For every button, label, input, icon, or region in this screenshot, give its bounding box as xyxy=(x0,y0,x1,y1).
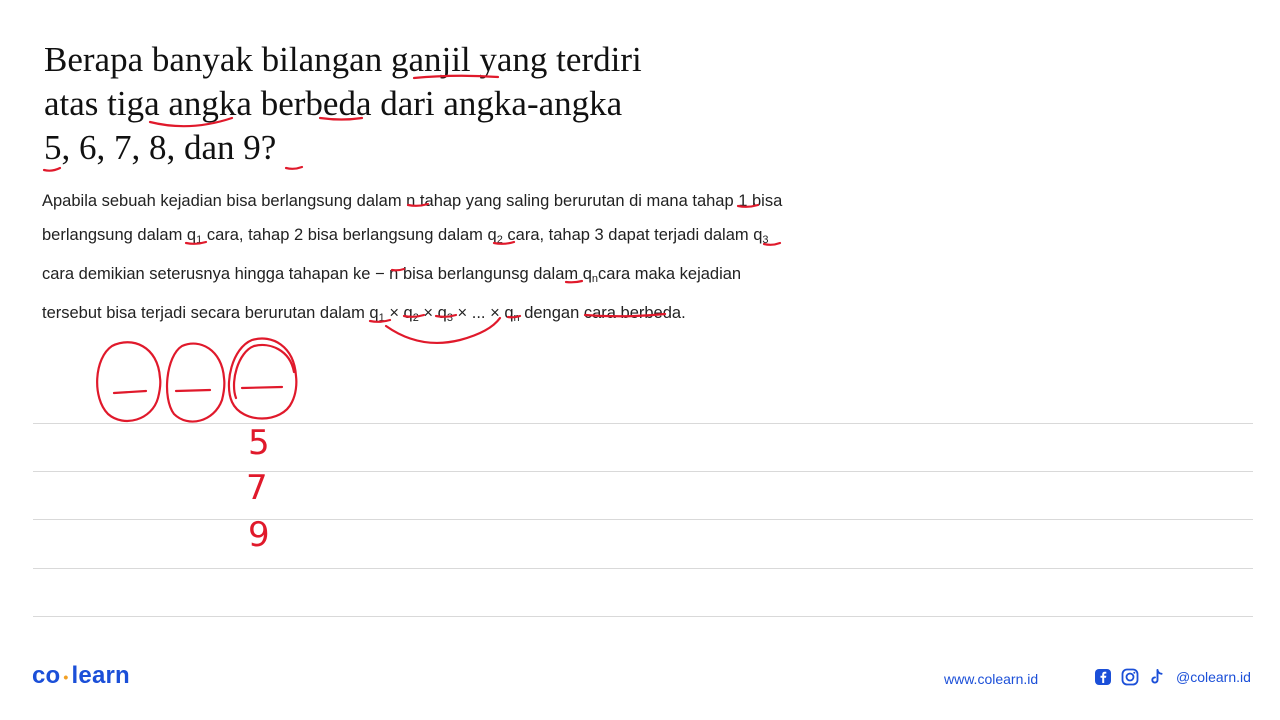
ruled-line xyxy=(33,423,1253,424)
question-line-3: 5, 6, 7, 8, dan 9? xyxy=(44,128,277,167)
social-links: @colearn.id xyxy=(1094,668,1251,686)
blank-units xyxy=(240,385,284,390)
instagram-icon[interactable] xyxy=(1121,668,1139,686)
ruled-line xyxy=(33,519,1253,520)
rule-text: × ... × q xyxy=(452,304,514,322)
ruled-line xyxy=(33,568,1253,569)
handwritten-digit-7: 7 xyxy=(246,468,268,508)
social-handle[interactable]: @colearn.id xyxy=(1176,669,1251,685)
circle-tens xyxy=(165,342,226,423)
website-link[interactable]: www.colearn.id xyxy=(944,671,1038,687)
rule-line-3: cara demikian seterusnya hingga tahapan … xyxy=(42,257,802,296)
ruled-line xyxy=(33,616,1253,617)
rule-text: berlangsung dalam q xyxy=(42,226,197,244)
rule-line-1: Apabila sebuah kejadian bisa berlangsung… xyxy=(42,184,802,218)
rule-text: cara maka kejadian xyxy=(598,265,742,283)
circle-units-inner xyxy=(232,343,296,400)
rule-text: Apabila sebuah kejadian bisa berlangsung… xyxy=(42,192,783,210)
handwritten-digit-5: 5 xyxy=(248,423,270,463)
question-line-2: atas tiga angka berbeda dari angka-angka xyxy=(44,84,623,123)
rule-text: tersebut bisa terjadi secara berurutan d… xyxy=(42,304,379,322)
rule-line-4: tersebut bisa terjadi secara berurutan d… xyxy=(42,296,802,335)
question-text: Berapa banyak bilangan ganjil yang terdi… xyxy=(44,38,744,170)
rule-line-2: berlangsung dalam q1 cara, tahap 2 bisa … xyxy=(42,218,802,257)
circle-hundreds xyxy=(96,341,162,423)
rule-text: × q xyxy=(418,304,447,322)
blank-tens xyxy=(174,388,212,393)
facebook-icon[interactable] xyxy=(1094,668,1112,686)
circle-units xyxy=(227,337,298,420)
multiplication-rule-paragraph: Apabila sebuah kejadian bisa berlangsung… xyxy=(42,184,802,335)
colearn-logo: co • learn xyxy=(32,662,130,690)
rule-text: dengan cara berbeda. xyxy=(519,304,686,322)
handwritten-digit-9: 9 xyxy=(248,515,270,555)
ruled-line xyxy=(33,471,1253,472)
rule-text: cara, tahap 2 bisa berlangsung dalam q xyxy=(202,226,497,244)
logo-dot: • xyxy=(63,668,69,685)
logo-text-co: co xyxy=(32,662,61,689)
question-line-1: Berapa banyak bilangan ganjil yang terdi… xyxy=(44,40,642,79)
blank-hundreds xyxy=(112,389,148,395)
rule-text: × q xyxy=(384,304,413,322)
subscript: 3 xyxy=(762,234,769,246)
logo-text-learn: learn xyxy=(71,662,130,689)
tiktok-icon[interactable] xyxy=(1148,668,1166,686)
rule-text: cara, tahap 3 dapat terjadi dalam q xyxy=(502,226,763,244)
rule-text: cara demikian seterusnya hingga tahapan … xyxy=(42,265,592,283)
